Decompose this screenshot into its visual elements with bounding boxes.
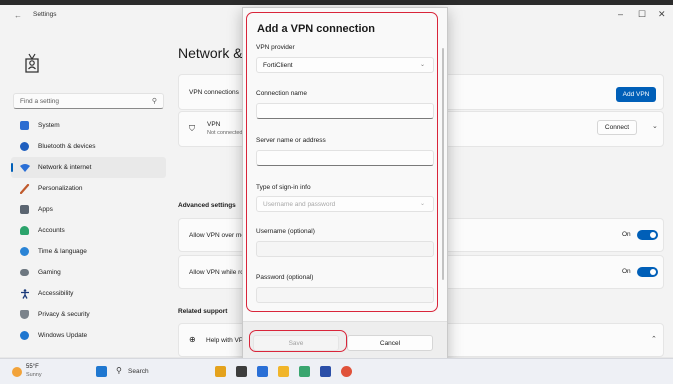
teams-icon[interactable] xyxy=(299,366,310,377)
vpn-item-name: VPN xyxy=(207,121,221,128)
wifi-icon xyxy=(20,163,30,172)
search-icon: ⚲ xyxy=(151,98,157,105)
widgets-icon[interactable] xyxy=(215,366,226,377)
sidebar-item-label: Privacy & security xyxy=(38,311,90,318)
vpn-shield-icon: ⛉ xyxy=(189,124,195,133)
globe-clock-icon xyxy=(20,247,29,256)
allow-roaming-toggle[interactable] xyxy=(637,267,658,277)
sidebar-item-windows-update[interactable]: Windows Update xyxy=(11,325,166,346)
app-title: Settings xyxy=(33,11,57,18)
settings-search-box[interactable]: Find a setting ⚲ xyxy=(13,93,164,109)
brush-icon xyxy=(19,183,30,195)
bluetooth-icon xyxy=(20,142,29,151)
person-icon xyxy=(20,226,29,235)
sidebar-item-label: System xyxy=(38,122,60,129)
highlight-ring-dialog xyxy=(246,12,438,312)
sidebar-item-label: Windows Update xyxy=(38,332,88,339)
sidebar-item-label: Personalization xyxy=(38,185,83,192)
back-arrow-icon[interactable]: ← xyxy=(14,11,22,20)
highlight-ring-save xyxy=(249,330,347,352)
taskbar-search-label: Search xyxy=(128,368,149,375)
shield-icon xyxy=(20,310,29,319)
sun-icon xyxy=(12,367,22,377)
sidebar-item-label: Network & internet xyxy=(38,164,92,171)
sidebar-item-accounts[interactable]: Accounts xyxy=(11,220,166,241)
update-icon xyxy=(20,331,29,340)
related-support-heading: Related support xyxy=(178,308,228,315)
folder-icon[interactable] xyxy=(278,366,289,377)
sidebar-item-label: Accessibility xyxy=(38,290,74,297)
user-avatar-icon[interactable] xyxy=(22,52,42,74)
sidebar-item-gaming[interactable]: Gaming xyxy=(11,262,166,283)
gamepad-icon xyxy=(20,269,29,276)
accessibility-icon xyxy=(20,289,29,299)
store-icon[interactable] xyxy=(320,366,331,377)
cancel-button[interactable]: Cancel xyxy=(347,335,433,351)
search-icon: ⚲ xyxy=(116,366,122,375)
sidebar-item-accessibility[interactable]: Accessibility xyxy=(11,283,166,304)
sidebar-item-label: Gaming xyxy=(38,269,61,276)
windows-start-icon[interactable] xyxy=(96,366,107,377)
allow-roaming-state: On xyxy=(622,268,631,275)
sidebar-item-time-language[interactable]: Time & language xyxy=(11,241,166,262)
vpn-connections-label: VPN connections xyxy=(189,89,239,96)
connect-button[interactable]: Connect xyxy=(597,120,637,135)
taskbar-search[interactable]: ⚲ Search xyxy=(116,365,176,379)
sidebar-item-label: Accounts xyxy=(38,227,65,234)
add-vpn-button[interactable]: Add VPN xyxy=(616,87,656,102)
browser-icon[interactable] xyxy=(341,366,352,377)
sidebar-item-system[interactable]: System xyxy=(11,115,166,136)
vpn-item-status: Not connected xyxy=(207,130,243,136)
minimize-icon[interactable]: – xyxy=(618,9,623,19)
apps-icon xyxy=(20,205,29,214)
globe-icon: ⊕ xyxy=(189,335,196,344)
allow-metered-toggle[interactable] xyxy=(637,230,658,240)
sidebar-item-network[interactable]: Network & internet xyxy=(11,157,166,178)
allow-metered-state: On xyxy=(622,231,631,238)
close-icon[interactable]: ✕ xyxy=(658,9,666,20)
chevron-up-icon[interactable]: ⌃ xyxy=(651,335,657,343)
weather-condition: Sunny xyxy=(26,372,42,378)
sidebar-item-apps[interactable]: Apps xyxy=(11,199,166,220)
weather-temp: 55°F xyxy=(26,364,39,370)
sidebar-item-privacy[interactable]: Privacy & security xyxy=(11,304,166,325)
monitor-icon xyxy=(20,121,29,130)
sidebar-item-label: Bluetooth & devices xyxy=(38,143,96,150)
sidebar-item-personalization[interactable]: Personalization xyxy=(11,178,166,199)
chevron-down-icon[interactable]: ⌄ xyxy=(652,122,658,130)
sidebar-nav: System Bluetooth & devices Network & int… xyxy=(11,115,166,346)
taskbar: 55°F Sunny ⚲ Search xyxy=(0,358,673,384)
maximize-icon[interactable]: ☐ xyxy=(638,9,646,20)
file-explorer-icon[interactable] xyxy=(236,366,247,377)
advanced-settings-heading: Advanced settings xyxy=(178,202,236,209)
sidebar-item-label: Time & language xyxy=(38,248,87,255)
dialog-scrollbar[interactable] xyxy=(442,48,444,280)
settings-search-placeholder: Find a setting xyxy=(20,98,60,105)
edge-icon[interactable] xyxy=(257,366,268,377)
sidebar-item-bluetooth[interactable]: Bluetooth & devices xyxy=(11,136,166,157)
sidebar-item-label: Apps xyxy=(38,206,53,213)
